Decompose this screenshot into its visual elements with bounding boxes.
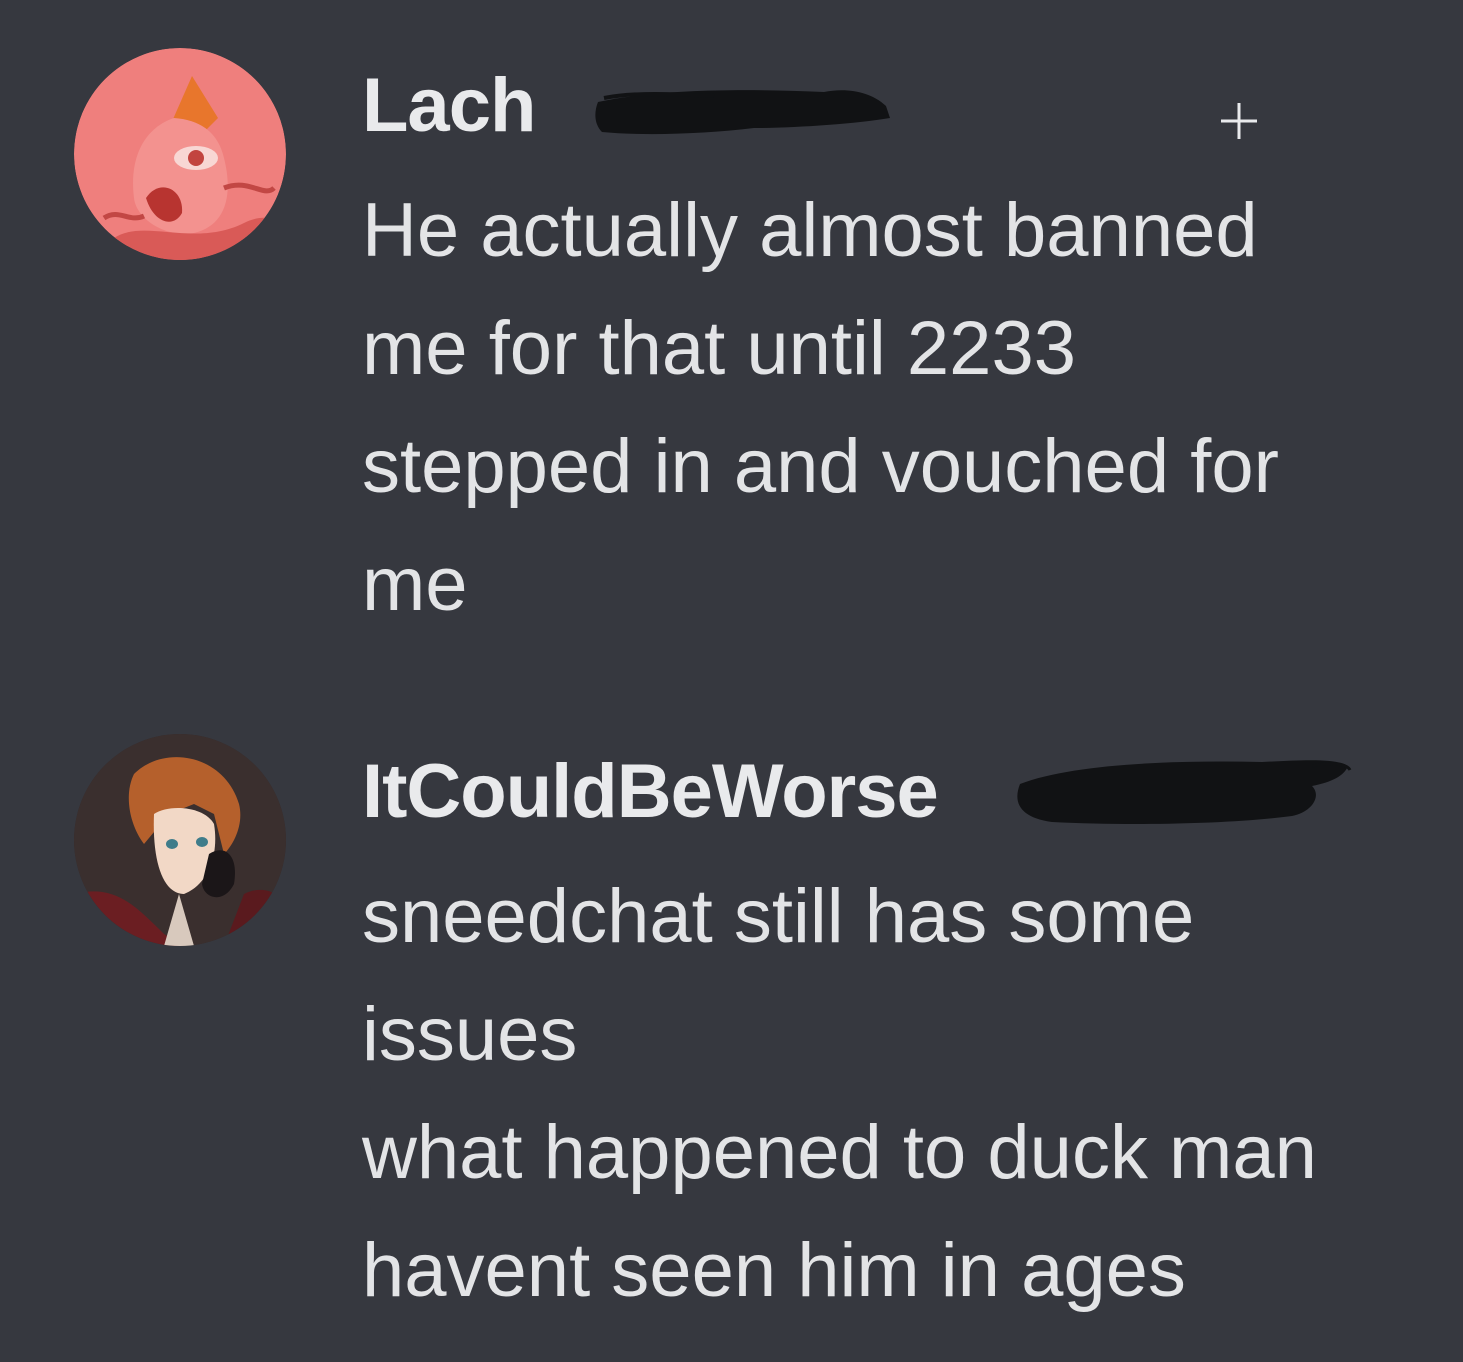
message-line: stepped in and vouched for	[362, 424, 1279, 509]
avatar[interactable]	[74, 48, 286, 260]
plus-icon[interactable]	[1215, 97, 1263, 145]
message-line: me	[362, 542, 468, 627]
message-line: havent seen him in ages	[362, 1228, 1186, 1313]
message-line: me for that until 2233	[362, 306, 1076, 391]
username[interactable]: Lach	[362, 66, 536, 146]
message-line: what happened to duck man	[362, 1110, 1317, 1195]
redaction-mark	[595, 90, 890, 135]
pink-cartoon-avatar-image	[74, 48, 286, 260]
username[interactable]: ItCouldBeWorse	[362, 752, 939, 832]
message-text: sneedchat still has some issues what hap…	[362, 858, 1317, 1330]
message-line: He actually almost banned	[362, 188, 1258, 273]
message-line: sneedchat still has some	[362, 874, 1195, 959]
avatar[interactable]	[74, 734, 286, 946]
message-text: He actually almost banned me for that un…	[362, 172, 1279, 644]
redaction-mark	[1017, 760, 1352, 824]
anime-character-avatar-image	[74, 734, 286, 946]
message-line: issues	[362, 992, 578, 1077]
